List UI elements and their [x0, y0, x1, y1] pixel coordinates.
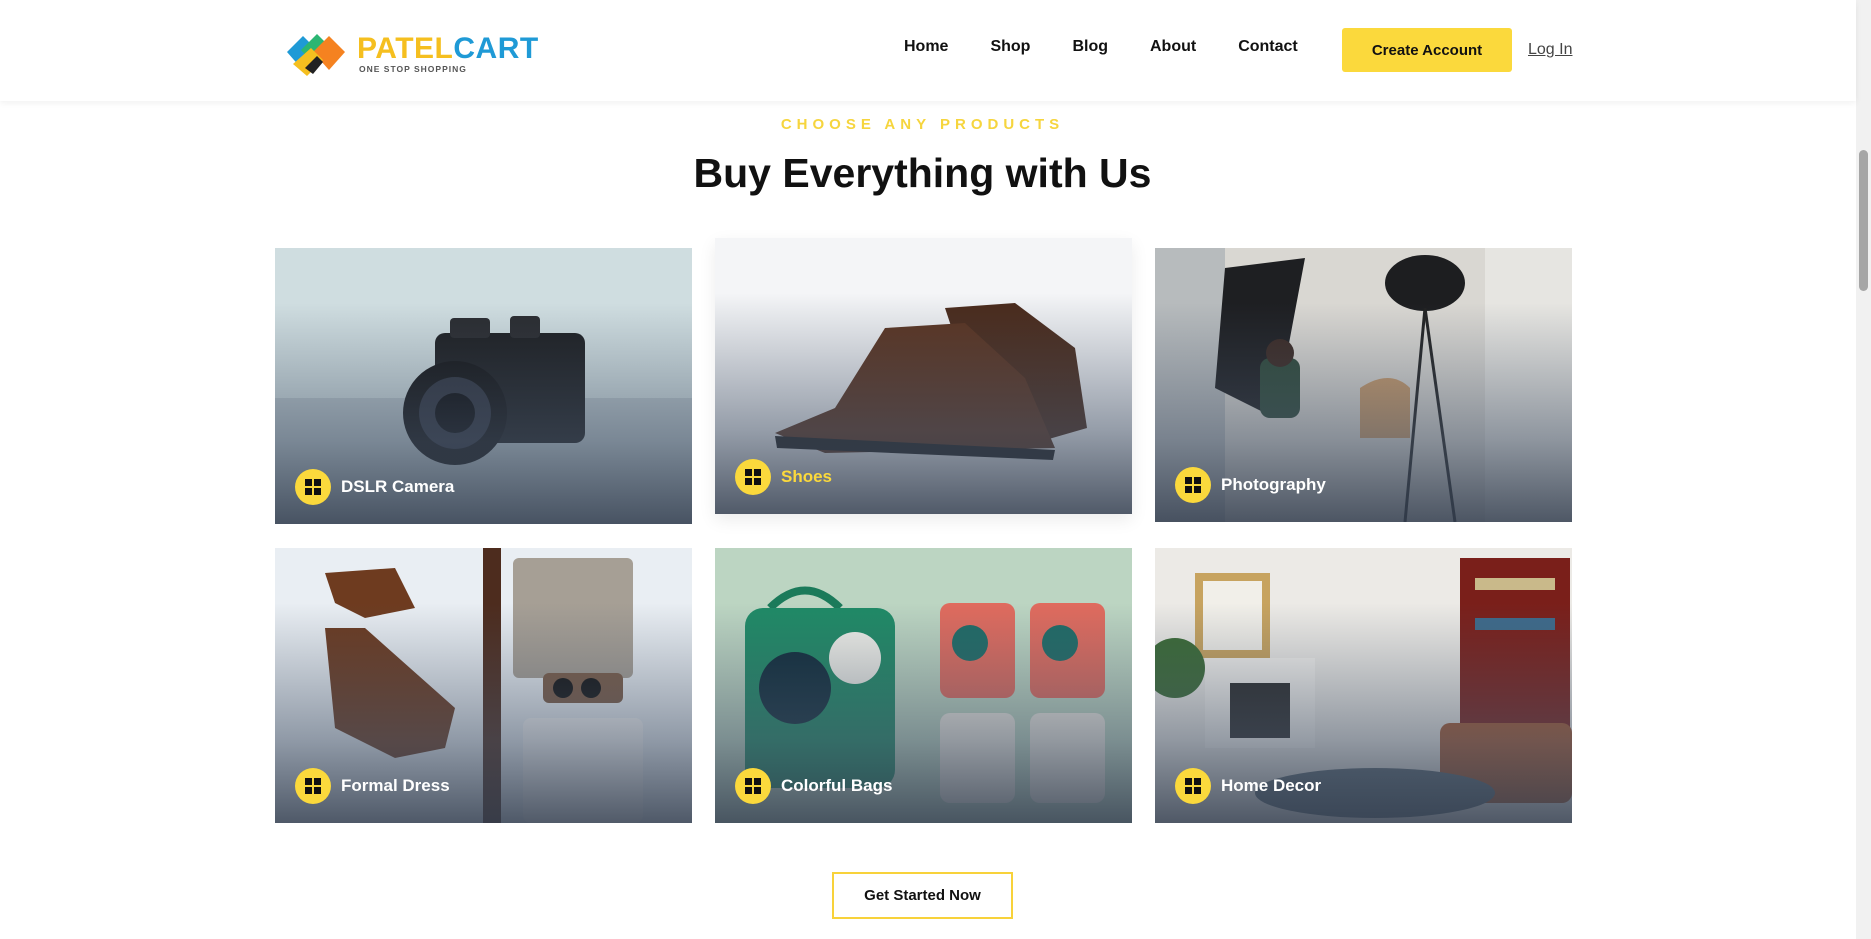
- shopping-bags-logo-icon: [283, 30, 355, 78]
- category-name: Colorful Bags: [781, 776, 893, 795]
- category-name: DSLR Camera: [341, 477, 455, 496]
- windows-icon: [295, 768, 331, 804]
- nav-home[interactable]: Home: [904, 38, 948, 56]
- scrollbar-thumb[interactable]: [1859, 150, 1868, 291]
- brand-name-part1: PATEL: [357, 32, 454, 65]
- card-label: Shoes: [735, 459, 832, 495]
- card-label: Photography: [1175, 467, 1326, 503]
- brand-tagline: ONE STOP SHOPPING: [359, 64, 467, 74]
- card-label: Colorful Bags: [735, 768, 892, 804]
- card-label: Formal Dress: [295, 768, 450, 804]
- login-link[interactable]: Log In: [1528, 41, 1572, 59]
- category-name: Formal Dress: [341, 776, 450, 795]
- section-title: Buy Everything with Us: [693, 150, 1152, 196]
- create-account-button[interactable]: Create Account: [1342, 28, 1512, 72]
- category-card-photography[interactable]: Photography: [1155, 248, 1572, 522]
- brand-logo[interactable]: PATELCART ONE STOP SHOPPING: [283, 30, 538, 78]
- page: PATELCART ONE STOP SHOPPING Home Shop Bl…: [0, 0, 1871, 939]
- nav-blog[interactable]: Blog: [1072, 38, 1108, 56]
- brand-name-part2: CART: [453, 32, 539, 65]
- windows-icon: [735, 768, 771, 804]
- windows-icon: [1175, 467, 1211, 503]
- nav-contact[interactable]: Contact: [1238, 38, 1298, 56]
- page-scrollbar[interactable]: [1856, 0, 1871, 939]
- category-card-colorful-bags[interactable]: Colorful Bags: [715, 548, 1132, 823]
- category-name: Photography: [1221, 475, 1326, 494]
- windows-icon: [295, 469, 331, 505]
- get-started-button[interactable]: Get Started Now: [832, 872, 1013, 919]
- card-label: Home Decor: [1175, 768, 1321, 804]
- category-card-home-decor[interactable]: Home Decor: [1155, 548, 1572, 823]
- category-name: Shoes: [781, 467, 833, 486]
- nav-shop[interactable]: Shop: [990, 38, 1030, 56]
- site-header: PATELCART ONE STOP SHOPPING Home Shop Bl…: [0, 0, 1856, 101]
- nav-about[interactable]: About: [1150, 38, 1196, 56]
- category-card-shoes[interactable]: Shoes: [715, 238, 1132, 514]
- windows-icon: [1175, 768, 1211, 804]
- category-card-formal-dress[interactable]: Formal Dress: [275, 548, 692, 823]
- category-name: Home Decor: [1221, 776, 1322, 795]
- windows-icon: [735, 459, 771, 495]
- main-nav: Home Shop Blog About Contact: [904, 38, 1298, 56]
- section-eyebrow: CHOOSE ANY PRODUCTS: [780, 116, 1065, 133]
- category-card-dslr-camera[interactable]: DSLR Camera: [275, 248, 692, 524]
- card-label: DSLR Camera: [295, 469, 454, 505]
